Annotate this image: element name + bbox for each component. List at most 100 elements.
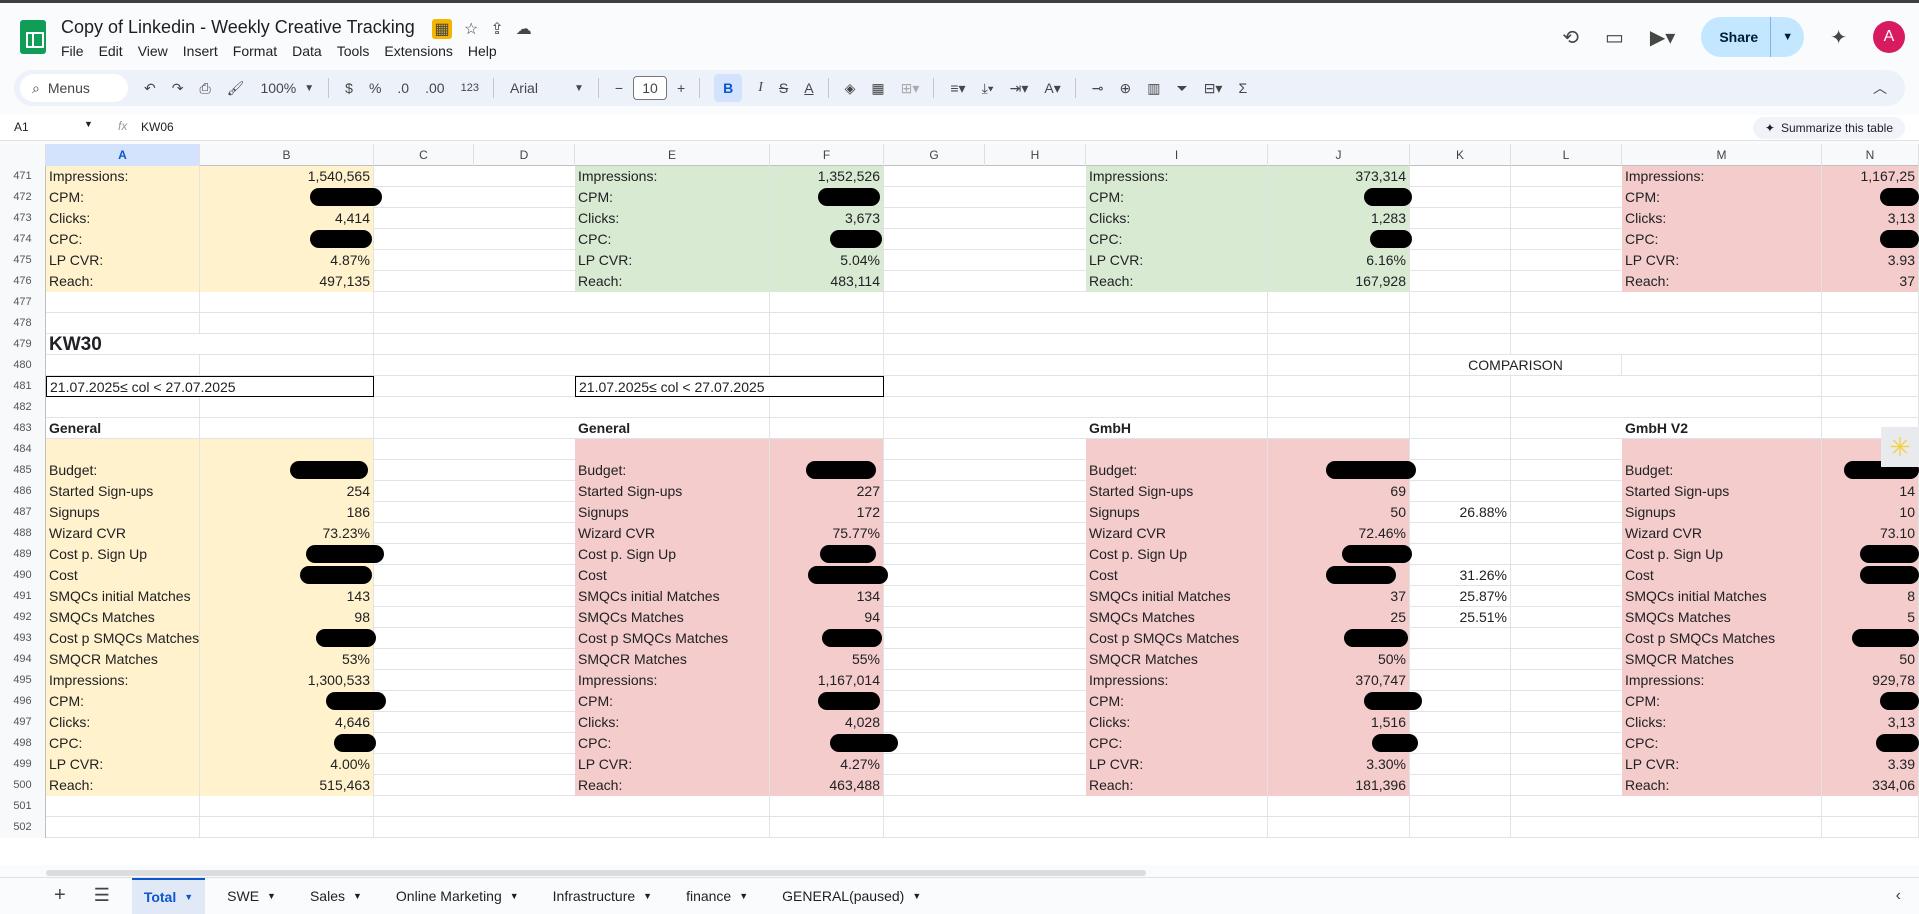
cell-e[interactable] <box>575 355 770 376</box>
cell-k[interactable]: 26.88% <box>1410 502 1511 523</box>
cell-nn[interactable]: 5 <box>1822 607 1919 628</box>
cell-j[interactable]: 1,283 <box>1268 208 1410 229</box>
share-dropdown-icon[interactable]: ▼ <box>1770 17 1804 57</box>
cell-i[interactable] <box>1086 355 1268 376</box>
cell-m[interactable] <box>1622 439 1822 460</box>
cell-e[interactable]: Impressions: <box>575 166 770 187</box>
filter-icon[interactable]: ⏷ <box>1177 80 1188 97</box>
row-header[interactable]: 493 <box>0 628 46 649</box>
cell-nn[interactable]: 50 <box>1822 649 1919 670</box>
cell-e[interactable]: SMQCs Matches <box>575 607 770 628</box>
cell-j[interactable]: 1,516 <box>1268 712 1410 733</box>
cell-e[interactable]: LP CVR: <box>575 250 770 271</box>
cell-i[interactable]: Wizard CVR <box>1086 523 1268 544</box>
cell-e[interactable]: CPC: <box>575 229 770 250</box>
percent-format-button[interactable]: % <box>369 80 381 96</box>
cell-k[interactable] <box>1410 208 1511 229</box>
cell-b[interactable]: 254 <box>200 481 374 502</box>
cell-a[interactable]: General <box>46 418 200 439</box>
cell-m[interactable]: Impressions: <box>1622 166 1822 187</box>
cell-f[interactable] <box>770 355 884 376</box>
cell-f[interactable]: 134 <box>770 586 884 607</box>
col-header-n[interactable]: N <box>1822 144 1919 166</box>
row-header[interactable]: 492 <box>0 607 46 628</box>
cell-a[interactable] <box>46 796 200 817</box>
cell-a[interactable]: Impressions: <box>46 670 200 691</box>
sparkle-side-icon[interactable]: ✳ <box>1881 427 1919 467</box>
cell-i[interactable]: Clicks: <box>1086 208 1268 229</box>
cell-k[interactable] <box>1410 628 1511 649</box>
tab-sales[interactable]: Sales ▼ <box>298 878 374 914</box>
tab-infrastructure[interactable]: Infrastructure ▼ <box>541 878 664 914</box>
row-header[interactable]: 500 <box>0 775 46 796</box>
cell-a[interactable]: Reach: <box>46 271 200 292</box>
chevron-down-icon[interactable]: ▼ <box>643 891 652 901</box>
col-header-j[interactable]: J <box>1268 144 1410 166</box>
all-sheets-icon[interactable]: ☰ <box>94 885 110 906</box>
cell-a[interactable] <box>46 439 200 460</box>
row-header[interactable]: 478 <box>0 313 46 334</box>
cell-m[interactable]: LP CVR: <box>1622 250 1822 271</box>
tab-swe[interactable]: SWE ▼ <box>215 878 288 914</box>
cell-nn[interactable] <box>1822 817 1919 838</box>
share-button[interactable]: Share ▼ <box>1701 17 1805 57</box>
gemini-icon[interactable]: ✦ <box>1830 25 1847 50</box>
cell-e[interactable] <box>575 439 770 460</box>
cell-f[interactable]: 5.04% <box>770 250 884 271</box>
cell-b[interactable]: 53% <box>200 649 374 670</box>
functions-icon[interactable]: Σ <box>1238 80 1247 96</box>
cell-a[interactable]: Clicks: <box>46 208 200 229</box>
cell-m[interactable] <box>1622 292 1822 313</box>
sheet-badge-icon[interactable]: ▦ <box>432 19 452 39</box>
menu-insert[interactable]: Insert <box>183 43 226 59</box>
cell-e[interactable]: Budget: <box>575 460 770 481</box>
align-vertical-icon[interactable]: ⤓▾ <box>982 80 994 97</box>
cell-k[interactable] <box>1410 292 1511 313</box>
cell-nn[interactable] <box>1822 334 1919 355</box>
cell-a[interactable]: Reach: <box>46 775 200 796</box>
cell-k[interactable] <box>1410 187 1511 208</box>
cell-nn[interactable]: 3.39 <box>1822 754 1919 775</box>
table-view-icon[interactable]: ⊟▾ <box>1204 80 1223 97</box>
cell-j[interactable]: 25 <box>1268 607 1410 628</box>
cell-i[interactable]: CPM: <box>1086 691 1268 712</box>
cell-e[interactable]: Clicks: <box>575 208 770 229</box>
cell-i[interactable]: Budget: <box>1086 460 1268 481</box>
cell-a[interactable] <box>46 397 200 418</box>
menu-tools[interactable]: Tools <box>337 43 378 59</box>
tab-general-paused[interactable]: GENERAL(paused) ▼ <box>770 878 933 914</box>
cell-a[interactable]: Budget: <box>46 460 200 481</box>
cell-i[interactable]: Reach: <box>1086 775 1268 796</box>
cell-b[interactable]: 4.00% <box>200 754 374 775</box>
italic-button[interactable]: I <box>758 80 763 96</box>
cell-e[interactable]: Reach: <box>575 775 770 796</box>
menu-data[interactable]: Data <box>292 43 330 59</box>
cell-f[interactable]: 227 <box>770 481 884 502</box>
col-header-g[interactable]: G <box>884 144 985 166</box>
cell-k[interactable] <box>1410 670 1511 691</box>
col-header-c[interactable]: C <box>374 144 474 166</box>
col-header-h[interactable]: H <box>985 144 1086 166</box>
row-header[interactable]: 497 <box>0 712 46 733</box>
cell-a[interactable]: Started Sign-ups <box>46 481 200 502</box>
row-header[interactable]: 501 <box>0 796 46 817</box>
text-wrapping-icon[interactable]: ⇥▾ <box>1010 80 1029 97</box>
cell-e[interactable]: Clicks: <box>575 712 770 733</box>
cell-m[interactable]: Reach: <box>1622 775 1822 796</box>
cell-e[interactable]: Wizard CVR <box>575 523 770 544</box>
cell-m[interactable]: SMQCs initial Matches <box>1622 586 1822 607</box>
cell-m[interactable]: Cost p SMQCs Matches <box>1622 628 1822 649</box>
cell-b[interactable]: 143 <box>200 586 374 607</box>
cell-a[interactable]: SMQCR Matches <box>46 649 200 670</box>
row-header[interactable]: 494 <box>0 649 46 670</box>
cell-i[interactable] <box>1086 817 1268 838</box>
cell-k[interactable] <box>1410 271 1511 292</box>
row-header[interactable]: 502 <box>0 817 46 838</box>
cell-b[interactable]: 186 <box>200 502 374 523</box>
chevron-down-icon[interactable]: ▼ <box>267 891 276 901</box>
cell-m[interactable]: Clicks: <box>1622 208 1822 229</box>
cell-b[interactable]: 497,135 <box>200 271 374 292</box>
paint-format-icon[interactable]: 🖌 <box>227 80 245 97</box>
cell-m[interactable] <box>1622 817 1822 838</box>
cell-e[interactable] <box>575 292 770 313</box>
